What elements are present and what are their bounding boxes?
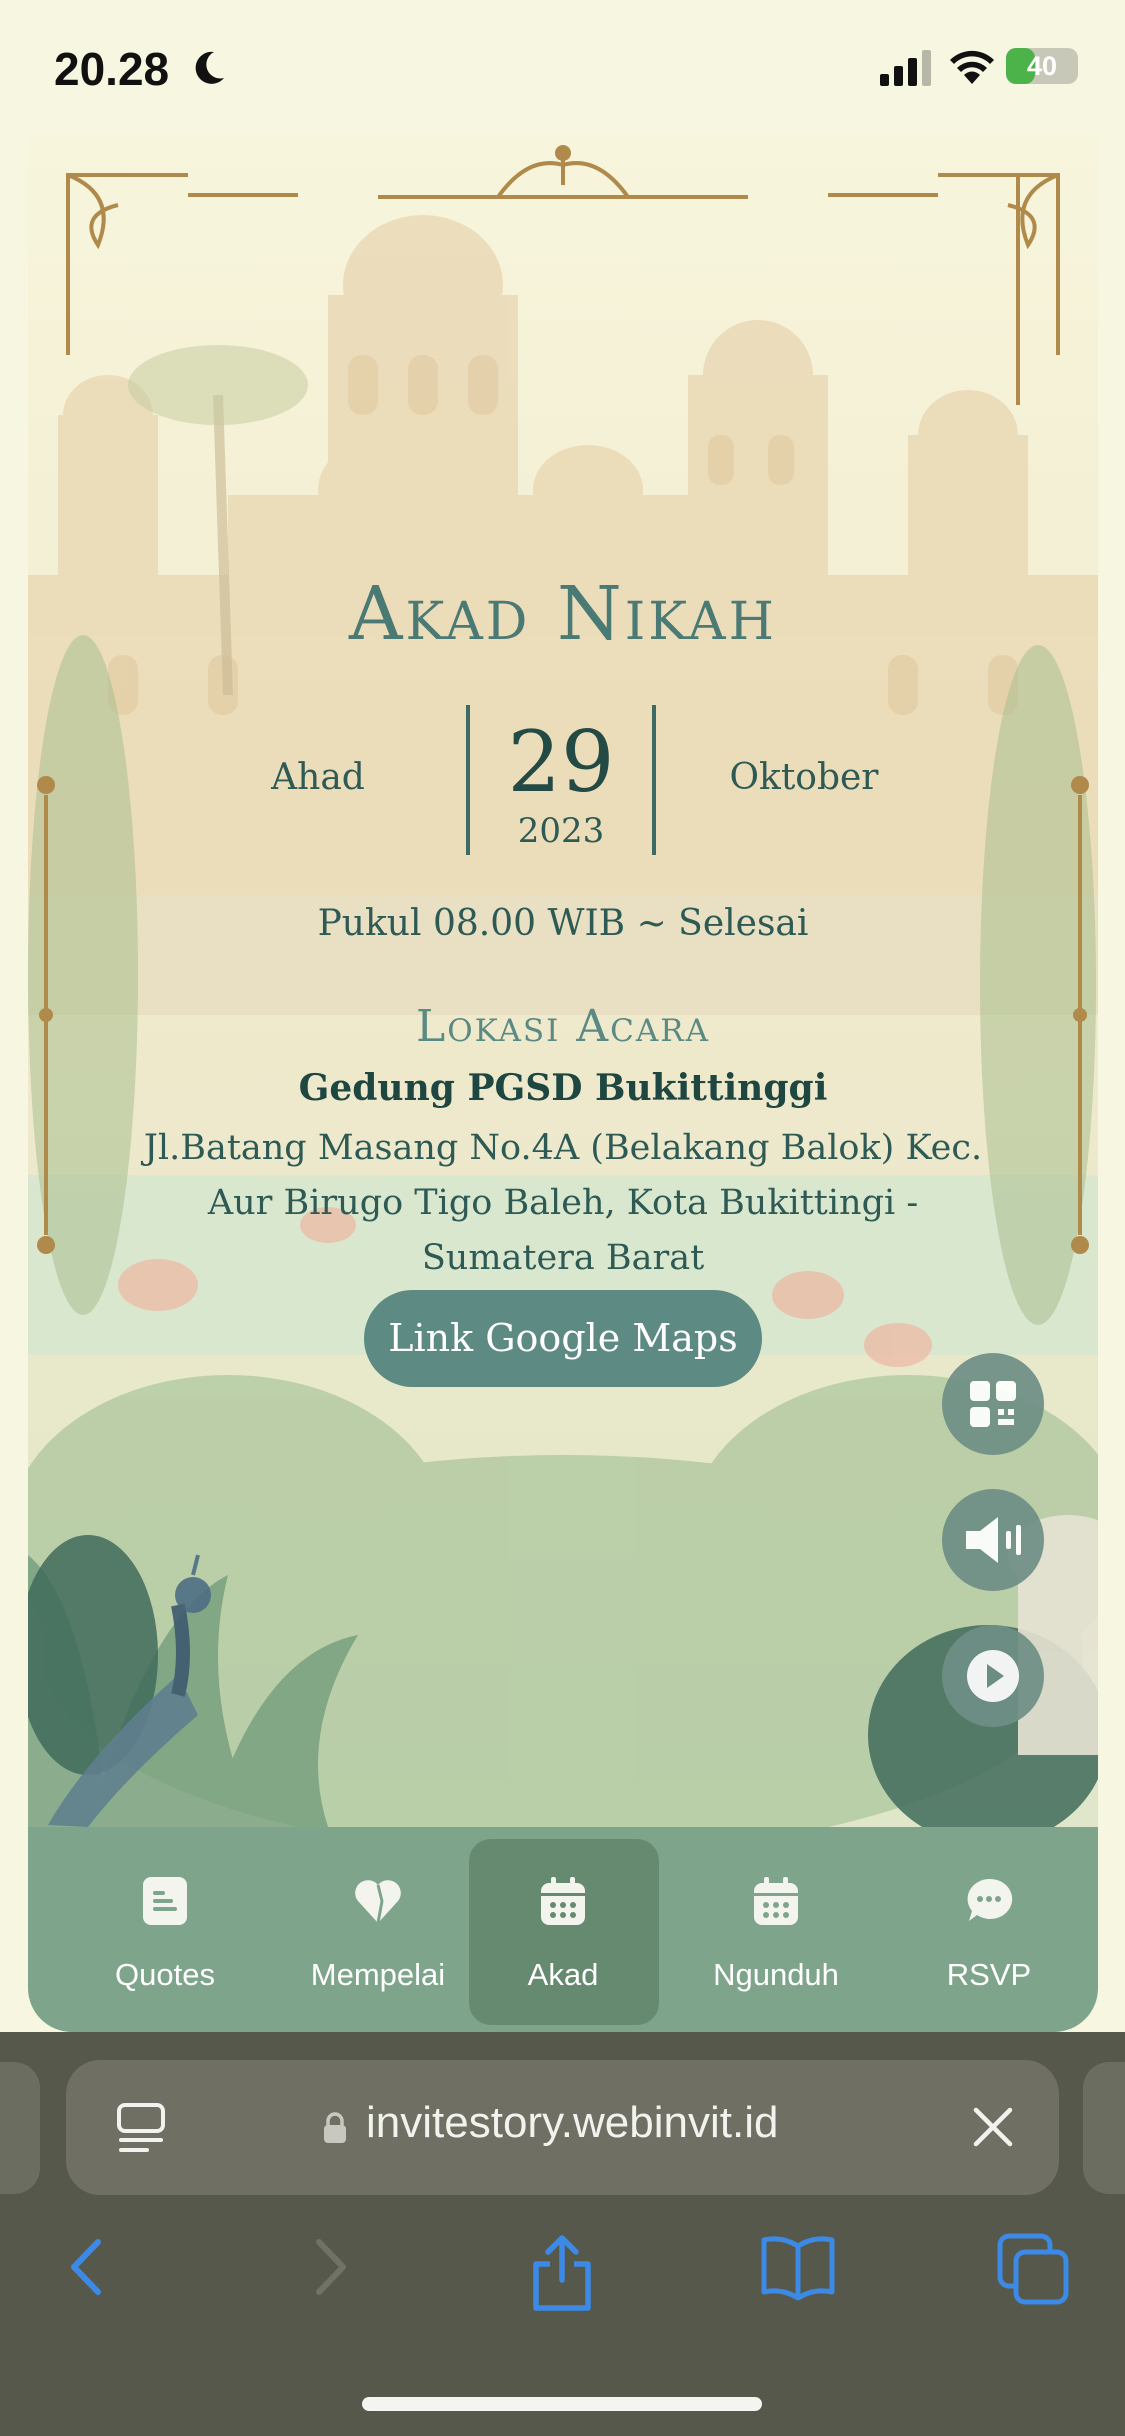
previous-tab-peek[interactable] [0, 2062, 40, 2194]
url-text[interactable]: invitestory.webinvit.id [366, 2098, 778, 2148]
calendar-icon [541, 1877, 585, 1925]
home-indicator [362, 2397, 762, 2411]
nav-item-akad[interactable]: Akad [466, 1827, 660, 2032]
qr-code-icon [970, 1381, 1016, 1427]
venue-address: Jl.Batang Masang No.4A (Belakang Balok) … [143, 1128, 983, 1278]
status-time: 20.28 [54, 43, 170, 95]
heart-icon [355, 1880, 401, 1924]
speaker-icon [966, 1517, 1021, 1563]
share-icon[interactable] [528, 2232, 596, 2312]
back-icon[interactable] [62, 2232, 112, 2302]
bottom-navigation: Quotes Mempelai Akad Ngunduh RSVP [28, 1827, 1098, 2032]
quotes-icon [143, 1877, 187, 1925]
nav-item-ngunduh[interactable]: Ngunduh [679, 1827, 873, 2032]
location-heading: Lokasi Acara [415, 1001, 710, 1052]
event-title: Akad Nikah [349, 571, 777, 657]
signal-icon [880, 50, 931, 86]
nav-label-akad: Akad [527, 1957, 599, 1992]
nav-item-rsvp[interactable]: RSVP [892, 1827, 1086, 2032]
venue-name: Gedung PGSD Bukittinggi [298, 1067, 828, 1109]
play-button[interactable] [942, 1625, 1044, 1727]
browser-toolbar: invitestory.webinvit.id [0, 2032, 1125, 2436]
play-icon [967, 1650, 1019, 1702]
calendar-icon [754, 1877, 798, 1925]
reader-mode-icon[interactable] [116, 2102, 166, 2156]
bookmarks-icon[interactable] [760, 2232, 836, 2302]
event-day: Ahad [271, 757, 365, 798]
sound-button[interactable] [942, 1489, 1044, 1591]
nav-active-highlight [469, 1839, 659, 2025]
address-bar[interactable]: invitestory.webinvit.id [66, 2060, 1059, 2195]
close-icon[interactable] [968, 2102, 1018, 2152]
nav-item-mempelai[interactable]: Mempelai [281, 1827, 475, 2032]
date-divider [652, 705, 656, 855]
wifi-icon [950, 50, 994, 84]
tabs-icon[interactable] [996, 2232, 1072, 2306]
moon-icon [195, 51, 224, 84]
nav-label-rsvp: RSVP [946, 1957, 1032, 1992]
event-date: Ahad 29 2023 Oktober [28, 705, 1098, 855]
event-time: Pukul 08.00 WIB ~ Selesai [317, 903, 809, 944]
background-illustration [28, 135, 1098, 1827]
nav-label-mempelai: Mempelai [310, 1957, 446, 1992]
event-month: Oktober [729, 757, 879, 798]
battery-icon: 40 [1006, 48, 1078, 84]
nav-label-ngunduh: Ngunduh [713, 1957, 839, 1992]
event-date-number: 29 [507, 713, 615, 811]
invitation-card: Akad Nikah Ahad 29 2023 Oktober Pukul 08… [28, 135, 1098, 2032]
qr-code-button[interactable] [942, 1353, 1044, 1455]
battery-level: 40 [1026, 51, 1058, 81]
next-tab-peek[interactable] [1083, 2062, 1125, 2194]
nav-label-quotes: Quotes [115, 1957, 215, 1992]
lock-icon [324, 2112, 346, 2143]
google-maps-button[interactable]: Link Google Maps [364, 1290, 762, 1387]
forward-icon[interactable] [305, 2232, 355, 2302]
chat-icon [967, 1878, 1013, 1921]
event-year: 2023 [517, 811, 605, 851]
status-bar: 20.28 40 [0, 0, 1125, 135]
nav-item-quotes[interactable]: Quotes [68, 1827, 262, 2032]
